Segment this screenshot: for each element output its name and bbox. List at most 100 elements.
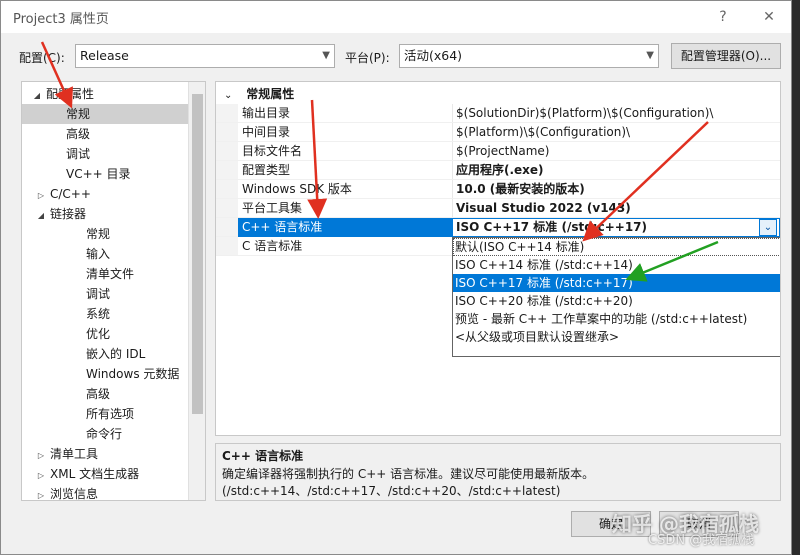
- property-name: 目标文件名: [242, 144, 303, 158]
- tree-item-label: 调试: [66, 147, 91, 161]
- tree-item[interactable]: 常规: [22, 104, 188, 124]
- property-name: 配置类型: [242, 163, 291, 177]
- column-divider: [452, 180, 453, 198]
- grid-category-label: 常规属性: [246, 87, 295, 101]
- dropdown-option[interactable]: <从父级或项目默认设置继承>: [453, 328, 780, 346]
- tree-item-label: 输入: [86, 247, 111, 261]
- config-toolbar: 配置(C): Release ▼ 平台(P): 活动(x64) ▼ 配置管理器(…: [1, 41, 791, 71]
- property-row[interactable]: ⌄ C++ 语言标准 ISO C++17 标准 (/std:c++17): [216, 218, 780, 237]
- window-title: Project3 属性页: [13, 11, 109, 27]
- tree-item[interactable]: 系统: [22, 304, 188, 324]
- expander-icon[interactable]: ◢: [36, 206, 46, 226]
- tree-item[interactable]: 嵌入的 IDL: [22, 344, 188, 364]
- tree-item[interactable]: VC++ 目录: [22, 164, 188, 184]
- tree-item[interactable]: ◢ 链接器: [22, 204, 188, 224]
- platform-combo[interactable]: 活动(x64) ▼: [399, 44, 659, 68]
- help-button[interactable]: ?: [711, 6, 735, 28]
- dropdown-option[interactable]: ISO C++17 标准 (/std:c++17): [453, 274, 780, 292]
- description-panel: C++ 语言标准 确定编译器将强制执行的 C++ 语言标准。建议尽可能使用最新版…: [215, 443, 781, 501]
- tree-item[interactable]: ▷ 清单工具: [22, 444, 188, 464]
- property-value: $(SolutionDir)$(Platform)\$(Configuratio…: [456, 106, 714, 120]
- tree-item-label: 所有选项: [86, 407, 135, 421]
- tree-item[interactable]: ▷ C/C++: [22, 184, 188, 204]
- property-value: Visual Studio 2022 (v143): [456, 201, 631, 215]
- tree-item-label: Windows 元数据: [86, 367, 180, 381]
- property-name: Windows SDK 版本: [242, 182, 352, 196]
- expander-icon[interactable]: ▷: [36, 486, 46, 500]
- property-value: 10.0 (最新安装的版本): [456, 182, 585, 196]
- tree-item-label: XML 文档生成器: [50, 467, 140, 481]
- row-gutter: [216, 161, 238, 179]
- platform-combo-value: 活动(x64): [404, 48, 463, 63]
- tree-item-label: 清单文件: [86, 267, 135, 281]
- cpp-standard-dropdown-list[interactable]: 默认(ISO C++14 标准) ISO C++14 标准 (/std:c++14…: [452, 237, 780, 357]
- tree-item-label: C/C++: [50, 187, 91, 201]
- property-row[interactable]: 平台工具集 Visual Studio 2022 (v143): [216, 199, 780, 218]
- dropdown-option[interactable]: ISO C++20 标准 (/std:c++20): [453, 292, 780, 310]
- config-combo-value: Release: [80, 48, 129, 63]
- tree-item[interactable]: 输入: [22, 244, 188, 264]
- platform-label: 平台(P):: [345, 51, 390, 65]
- config-combo[interactable]: Release ▼: [75, 44, 335, 68]
- property-row[interactable]: 目标文件名 $(ProjectName): [216, 142, 780, 161]
- row-gutter: [216, 123, 238, 141]
- tree-item[interactable]: 高级: [22, 384, 188, 404]
- property-name: C 语言标准: [242, 239, 303, 253]
- tree-item-label: 高级: [86, 387, 111, 401]
- property-value: $(Platform)\$(Configuration)\: [456, 125, 631, 139]
- property-pages-dialog: Project3 属性页 ? ✕ 配置(C): Release ▼ 平台(P):…: [0, 0, 792, 555]
- expander-icon[interactable]: ▷: [36, 466, 46, 486]
- config-label: 配置(C):: [19, 51, 65, 65]
- chevron-down-icon: ▼: [646, 50, 654, 61]
- row-gutter: [216, 142, 238, 160]
- tree-item[interactable]: 所有选项: [22, 404, 188, 424]
- tree-item[interactable]: Windows 元数据: [22, 364, 188, 384]
- config-manager-button[interactable]: 配置管理器(O)...: [671, 43, 781, 69]
- property-row[interactable]: 输出目录 $(SolutionDir)$(Platform)\$(Configur…: [216, 104, 780, 123]
- tree-item[interactable]: ▷ 浏览信息: [22, 484, 188, 500]
- property-tree[interactable]: ▷ 浏览信息 ▷ XML 文档生成器 ▷ 清单工具 命令行 所有选项 高级 Windows 元数据…: [21, 81, 206, 501]
- property-value: 应用程序(.exe): [456, 163, 544, 177]
- property-row[interactable]: 中间目录 $(Platform)\$(Configuration)\: [216, 123, 780, 142]
- tree-item[interactable]: 优化: [22, 324, 188, 344]
- row-gutter: [216, 199, 238, 217]
- tree-item-label: 常规: [86, 227, 111, 241]
- watermark-csdn: CSDN @我宿孤栈: [648, 533, 755, 548]
- tree-item[interactable]: 高级: [22, 124, 188, 144]
- tree-item[interactable]: ◢ 配置属性: [22, 84, 188, 104]
- dropdown-option[interactable]: ISO C++14 标准 (/std:c++14): [453, 256, 780, 274]
- property-name: 平台工具集: [242, 201, 303, 215]
- column-divider: [452, 104, 453, 122]
- tree-item-label: 系统: [86, 307, 111, 321]
- property-row[interactable]: 配置类型 应用程序(.exe): [216, 161, 780, 180]
- tree-item-label: 优化: [86, 327, 111, 341]
- tree-scrollbar[interactable]: [188, 82, 205, 500]
- close-button[interactable]: ✕: [757, 6, 781, 28]
- expander-icon[interactable]: ◢: [32, 86, 42, 106]
- tree-item-label: 命令行: [86, 427, 123, 441]
- description-title: C++ 语言标准: [222, 449, 304, 463]
- dropdown-button[interactable]: ⌄: [759, 219, 777, 236]
- tree-item[interactable]: 清单文件: [22, 264, 188, 284]
- expander-icon[interactable]: ▷: [36, 186, 46, 206]
- tree-item-label: 配置属性: [46, 87, 95, 101]
- property-row[interactable]: Windows SDK 版本 10.0 (最新安装的版本): [216, 180, 780, 199]
- row-gutter: [216, 218, 238, 236]
- column-divider: [452, 142, 453, 160]
- dropdown-option[interactable]: 预览 - 最新 C++ 工作草案中的功能 (/std:c++latest): [453, 310, 780, 328]
- tree-item[interactable]: 调试: [22, 284, 188, 304]
- tree-item[interactable]: 调试: [22, 144, 188, 164]
- row-gutter: [216, 237, 238, 255]
- dropdown-option[interactable]: 默认(ISO C++14 标准): [453, 238, 780, 256]
- tree-item-label: 嵌入的 IDL: [86, 347, 146, 361]
- property-name: 输出目录: [242, 106, 291, 120]
- expander-icon[interactable]: ▷: [36, 446, 46, 466]
- tree-scrollbar-thumb[interactable]: [192, 94, 203, 414]
- chevron-down-icon: ⌄: [224, 90, 233, 101]
- tree-item[interactable]: 命令行: [22, 424, 188, 444]
- tree-item-label: 高级: [66, 127, 91, 141]
- tree-item[interactable]: ▷ XML 文档生成器: [22, 464, 188, 484]
- row-gutter: [216, 104, 238, 122]
- tree-item[interactable]: 常规: [22, 224, 188, 244]
- grid-category-header[interactable]: ⌄ 常规属性: [216, 84, 780, 104]
